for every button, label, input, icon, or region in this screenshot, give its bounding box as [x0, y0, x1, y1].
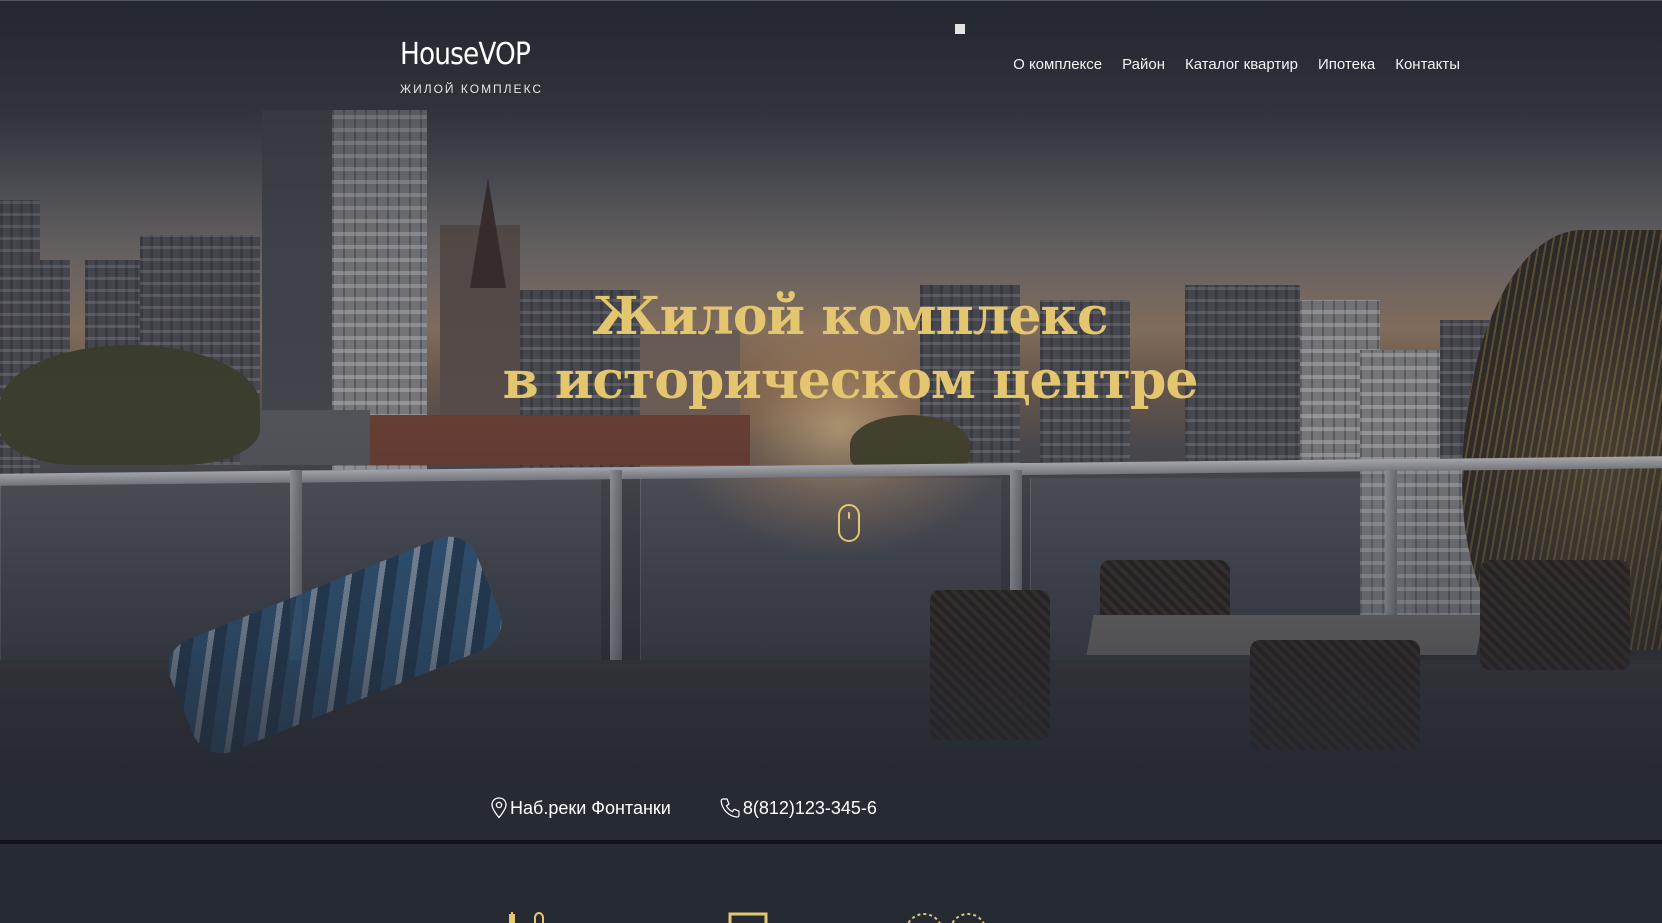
monitor-icon [728, 912, 768, 923]
phone-link[interactable]: 8(812)123-345-6 [719, 797, 877, 819]
rings-icon [907, 913, 985, 923]
site-header: HouseVOP ЖИЛОЙ КОМПЛЕКС О комплексе Райо… [0, 0, 1662, 110]
features-section [0, 844, 1662, 923]
contact-bar: Наб.реки Фонтанки 8(812)123-345-6 [490, 797, 877, 819]
hero-overlay [0, 0, 1662, 842]
mouse-scroll-icon[interactable] [838, 504, 860, 542]
parking-icon [509, 912, 544, 923]
hero-headline: Жилой комплекс в историческом центре [0, 285, 1662, 413]
nav-item-district[interactable]: Район [1122, 56, 1165, 73]
hero-section [0, 0, 1662, 842]
section-divider [0, 840, 1662, 844]
nav-item-catalog[interactable]: Каталог квартир [1185, 56, 1298, 73]
logo-title: HouseVOP [400, 37, 531, 72]
phone-text: 8(812)123-345-6 [742, 797, 877, 818]
top-border [0, 0, 1662, 1]
landing-page: HouseVOP ЖИЛОЙ КОМПЛЕКС О комплексе Райо… [0, 0, 1662, 923]
square-marker-icon [955, 24, 965, 34]
headline-line-1: Жилой комплекс [592, 286, 1108, 347]
nav-item-about[interactable]: О комплексе [1013, 56, 1102, 73]
logo[interactable]: HouseVOP ЖИЛОЙ КОМПЛЕКС [400, 37, 548, 97]
address-text: Наб.реки Фонтанки [510, 797, 671, 818]
map-pin-icon [491, 797, 507, 819]
nav-item-contacts[interactable]: Контакты [1395, 56, 1460, 73]
address: Наб.реки Фонтанки [490, 797, 671, 819]
phone-icon [720, 798, 740, 818]
logo-subtitle: ЖИЛОЙ КОМПЛЕКС [400, 82, 544, 96]
headline-line-2: в историческом центре [502, 350, 1199, 411]
main-nav: О комплексе Район Каталог квартир Ипотек… [1013, 56, 1460, 73]
nav-item-mortgage[interactable]: Ипотека [1318, 56, 1375, 73]
